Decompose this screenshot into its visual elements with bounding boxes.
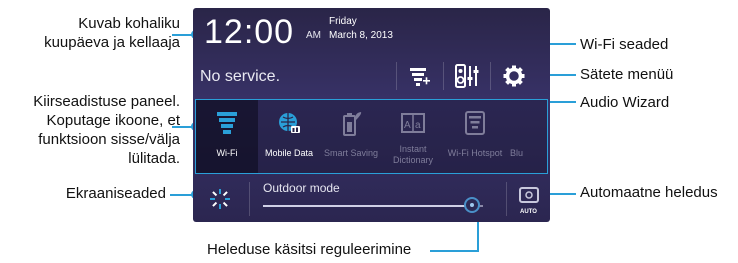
svg-text:a: a <box>415 120 421 131</box>
auto-brightness-icon <box>518 187 539 203</box>
tile-mobile-data-icon-wrap <box>258 110 320 138</box>
auto-brightness-button[interactable]: AUTO <box>507 178 550 220</box>
quick-settings-panel: Wi-Fi Mobile Data Smart Saving A a Insta… <box>195 99 548 174</box>
tile-dictionary-icon-wrap: A a <box>382 110 444 138</box>
settings-menu-button[interactable] <box>491 54 537 98</box>
annotation-manual-brightness: Heleduse käsitsi reguleerimine <box>207 241 412 258</box>
leader-manual-brightness-h <box>430 250 478 252</box>
gear-icon <box>503 65 525 87</box>
brightness-slider[interactable] <box>263 197 483 213</box>
service-status: No service. <box>200 68 281 85</box>
annotation-datetime: Kuvab kohaliku kuupäeva ja kellaaja <box>0 14 180 52</box>
clock-ampm: AM <box>306 30 321 41</box>
tile-mobile-data[interactable]: Mobile Data <box>258 100 320 173</box>
tile-instant-dictionary-label: Instant Dictionary <box>392 144 433 165</box>
display-settings-button[interactable] <box>197 178 243 220</box>
hotspot-icon <box>465 111 485 135</box>
datetime-row: 12:00 AM Friday March 8, 2013 <box>193 8 550 51</box>
wifi-settings-button[interactable] <box>397 54 443 98</box>
annotation-qs-line4: lülitada. <box>128 150 180 167</box>
tile-wifi[interactable]: Wi-Fi <box>196 100 258 173</box>
annotation-settings-menu: Sätete menüü <box>580 66 674 83</box>
tile-smart-saving-label: Smart Saving <box>323 148 379 158</box>
date-full: March 8, 2013 <box>329 30 393 41</box>
wifi-icon <box>217 112 237 134</box>
tile-instant-dictionary[interactable]: A a Instant Dictionary <box>382 100 444 173</box>
tile-smart-saving[interactable]: Smart Saving <box>320 100 382 173</box>
notification-panel: 12:00 AM Friday March 8, 2013 No service… <box>193 8 550 222</box>
annotation-datetime-line2: kuupäeva ja kellaaja <box>44 34 180 51</box>
annotation-audio-wizard: Audio Wizard <box>580 94 670 111</box>
tile-bluetooth-label: Blu <box>510 148 524 158</box>
tile-mobile-data-label: Mobile Data <box>264 148 314 158</box>
outdoor-mode-label: Outdoor mode <box>263 181 340 195</box>
tile-wifi-label: Wi-Fi <box>216 148 238 158</box>
annotation-qs-line2: Koputage ikoone, et <box>46 112 180 129</box>
brightness-slider-fill <box>263 205 472 207</box>
annotation-display-settings: Ekraaniseaded <box>65 185 166 202</box>
tile-wifi-hotspot[interactable]: Wi-Fi Hotspot <box>444 100 506 173</box>
brightness-slider-thumb[interactable] <box>464 197 480 213</box>
tile-smart-saving-icon-wrap <box>320 110 382 138</box>
annotation-qs-line3: funktsioon sisse/välja <box>38 131 180 148</box>
svg-text:A: A <box>404 120 411 131</box>
smart-saving-icon <box>343 112 362 136</box>
tile-wifi-hotspot-label: Wi-Fi Hotspot <box>447 148 503 158</box>
clock-time: 12:00 <box>204 13 295 51</box>
dictionary-icon: A a <box>401 113 425 133</box>
service-row: No service. <box>193 54 550 98</box>
date-day: Friday <box>329 16 357 27</box>
tile-hotspot-icon-wrap <box>444 110 506 138</box>
mobile-data-icon <box>279 113 300 133</box>
annotation-quick-settings: Kiirseadistuse paneel. Koputage ikoone, … <box>0 92 180 168</box>
audio-wizard-button[interactable] <box>444 54 490 98</box>
brightness-sun-icon <box>210 189 230 209</box>
brightness-row: Outdoor mode AUTO <box>193 176 550 222</box>
tile-bluetooth[interactable]: Blu <box>506 100 547 173</box>
wifi-settings-icon <box>410 68 430 86</box>
annotation-auto-brightness: Automaatne heledus <box>580 184 718 201</box>
audio-wizard-icon <box>455 64 479 88</box>
annotation-datetime-line1: Kuvab kohaliku <box>78 15 180 32</box>
auto-brightness-label: AUTO <box>520 209 537 215</box>
divider <box>249 182 250 216</box>
annotation-qs-line1: Kiirseadistuse paneel. <box>33 93 180 110</box>
annotation-wifi-settings: Wi-Fi seaded <box>580 36 669 53</box>
tile-wifi-icon-wrap <box>196 110 258 138</box>
